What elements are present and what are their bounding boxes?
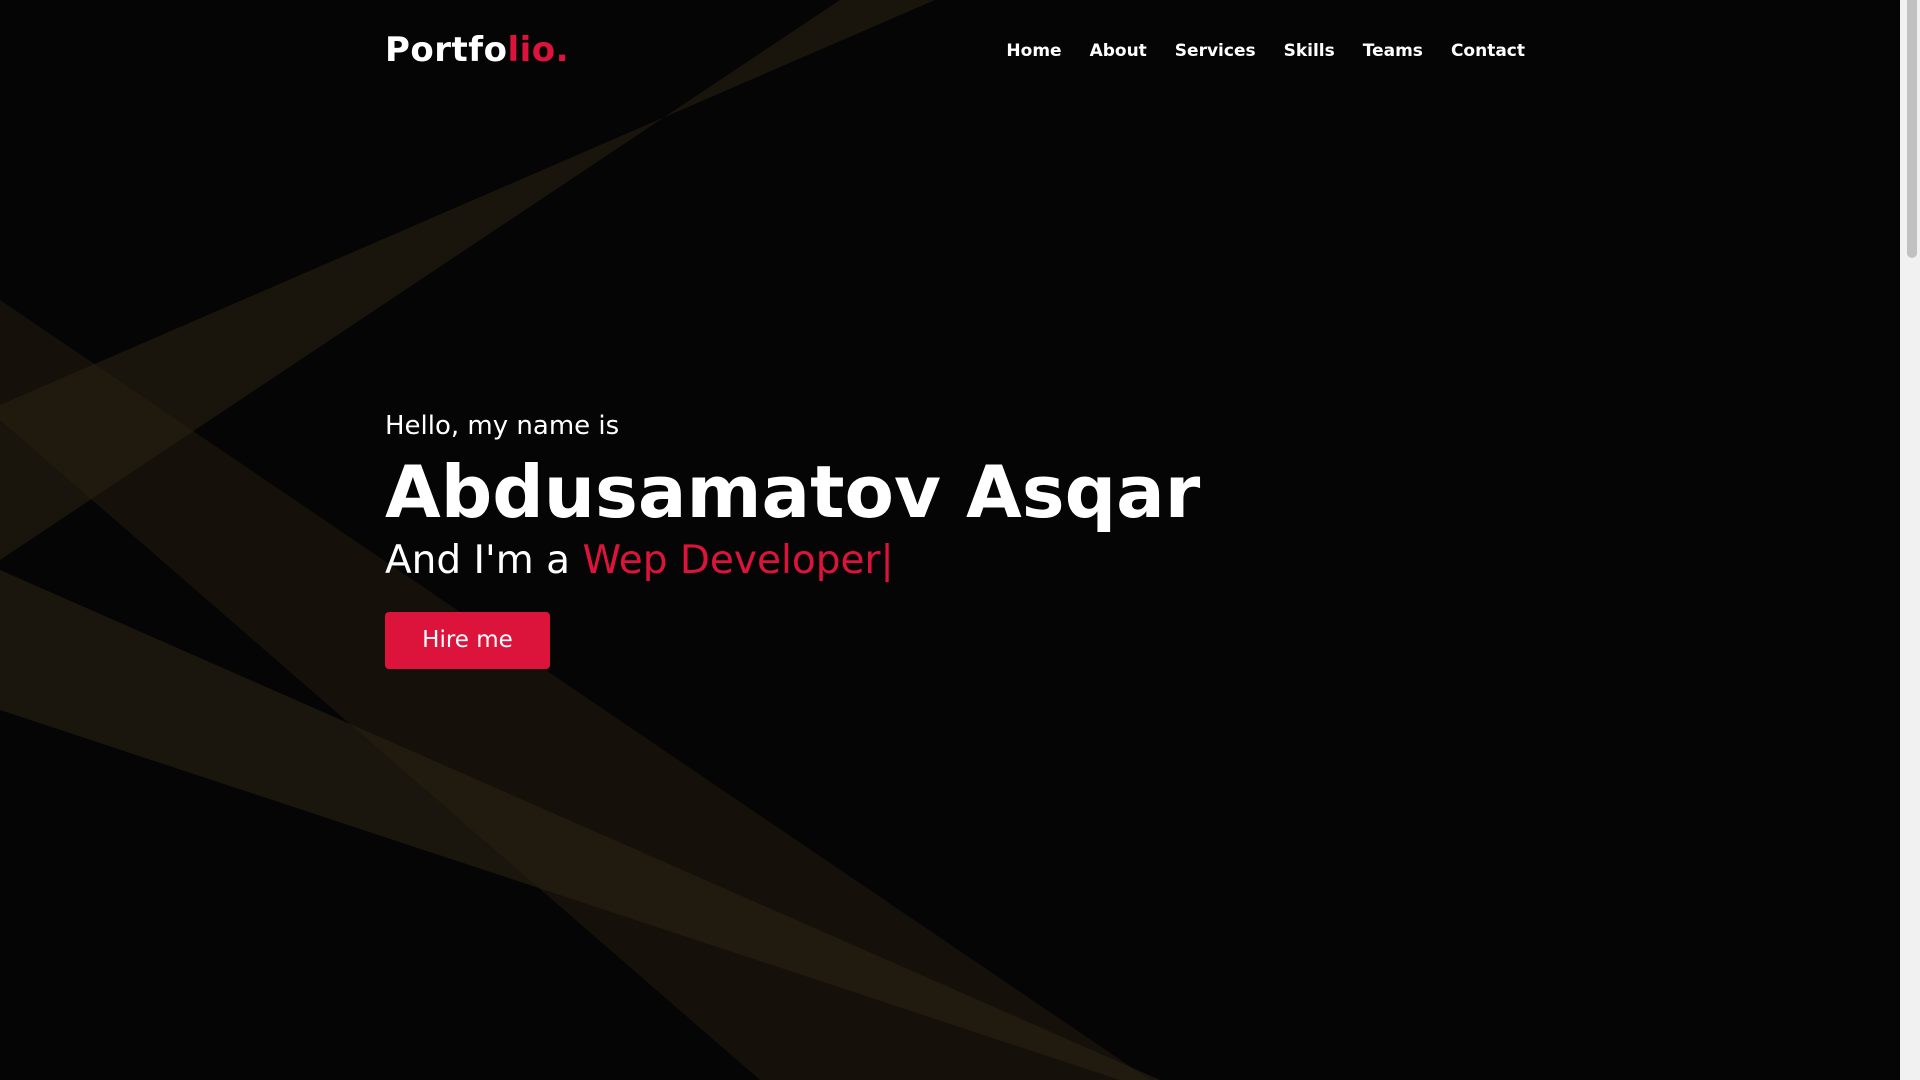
nav-item-teams: Teams bbox=[1363, 38, 1423, 64]
hero-section: Hello, my name is Abdusamatov Asqar And … bbox=[385, 408, 1200, 669]
nav-link-skills[interactable]: Skills bbox=[1284, 41, 1335, 61]
logo[interactable]: Portfolio. bbox=[385, 28, 569, 72]
hero-role-typed: Wep Developer| bbox=[582, 538, 894, 583]
nav-link-teams[interactable]: Teams bbox=[1363, 41, 1423, 61]
navbar: Portfolio. Home About Services Skills Te… bbox=[0, 0, 1900, 100]
nav-link-contact[interactable]: Contact bbox=[1451, 41, 1525, 61]
page-scrollbar[interactable] bbox=[1900, 0, 1920, 1080]
logo-accent-text: lio. bbox=[507, 30, 570, 70]
scrollbar-thumb[interactable] bbox=[1907, 0, 1917, 258]
nav-item-services: Services bbox=[1175, 38, 1256, 64]
hero-name: Abdusamatov Asqar bbox=[385, 450, 1201, 534]
nav-link-about[interactable]: About bbox=[1090, 41, 1147, 61]
nav-link-services[interactable]: Services bbox=[1175, 41, 1256, 61]
nav-item-skills: Skills bbox=[1284, 38, 1335, 64]
hire-me-button[interactable]: Hire me bbox=[385, 612, 550, 669]
nav-link-home[interactable]: Home bbox=[1006, 41, 1061, 61]
logo-main-text: Portfo bbox=[385, 30, 508, 70]
nav-item-about: About bbox=[1090, 38, 1147, 64]
hero-role-prefix: And I'm a bbox=[385, 538, 583, 583]
portfolio-page: Portfolio. Home About Services Skills Te… bbox=[0, 0, 1920, 1080]
nav-item-contact: Contact bbox=[1451, 38, 1525, 64]
hero-role-line: And I'm a Wep Developer| bbox=[385, 536, 1200, 586]
nav-item-home: Home bbox=[1006, 38, 1061, 64]
nav-menu: Home About Services Skills Teams Contact bbox=[1006, 38, 1525, 64]
hero-greeting: Hello, my name is bbox=[385, 411, 620, 441]
